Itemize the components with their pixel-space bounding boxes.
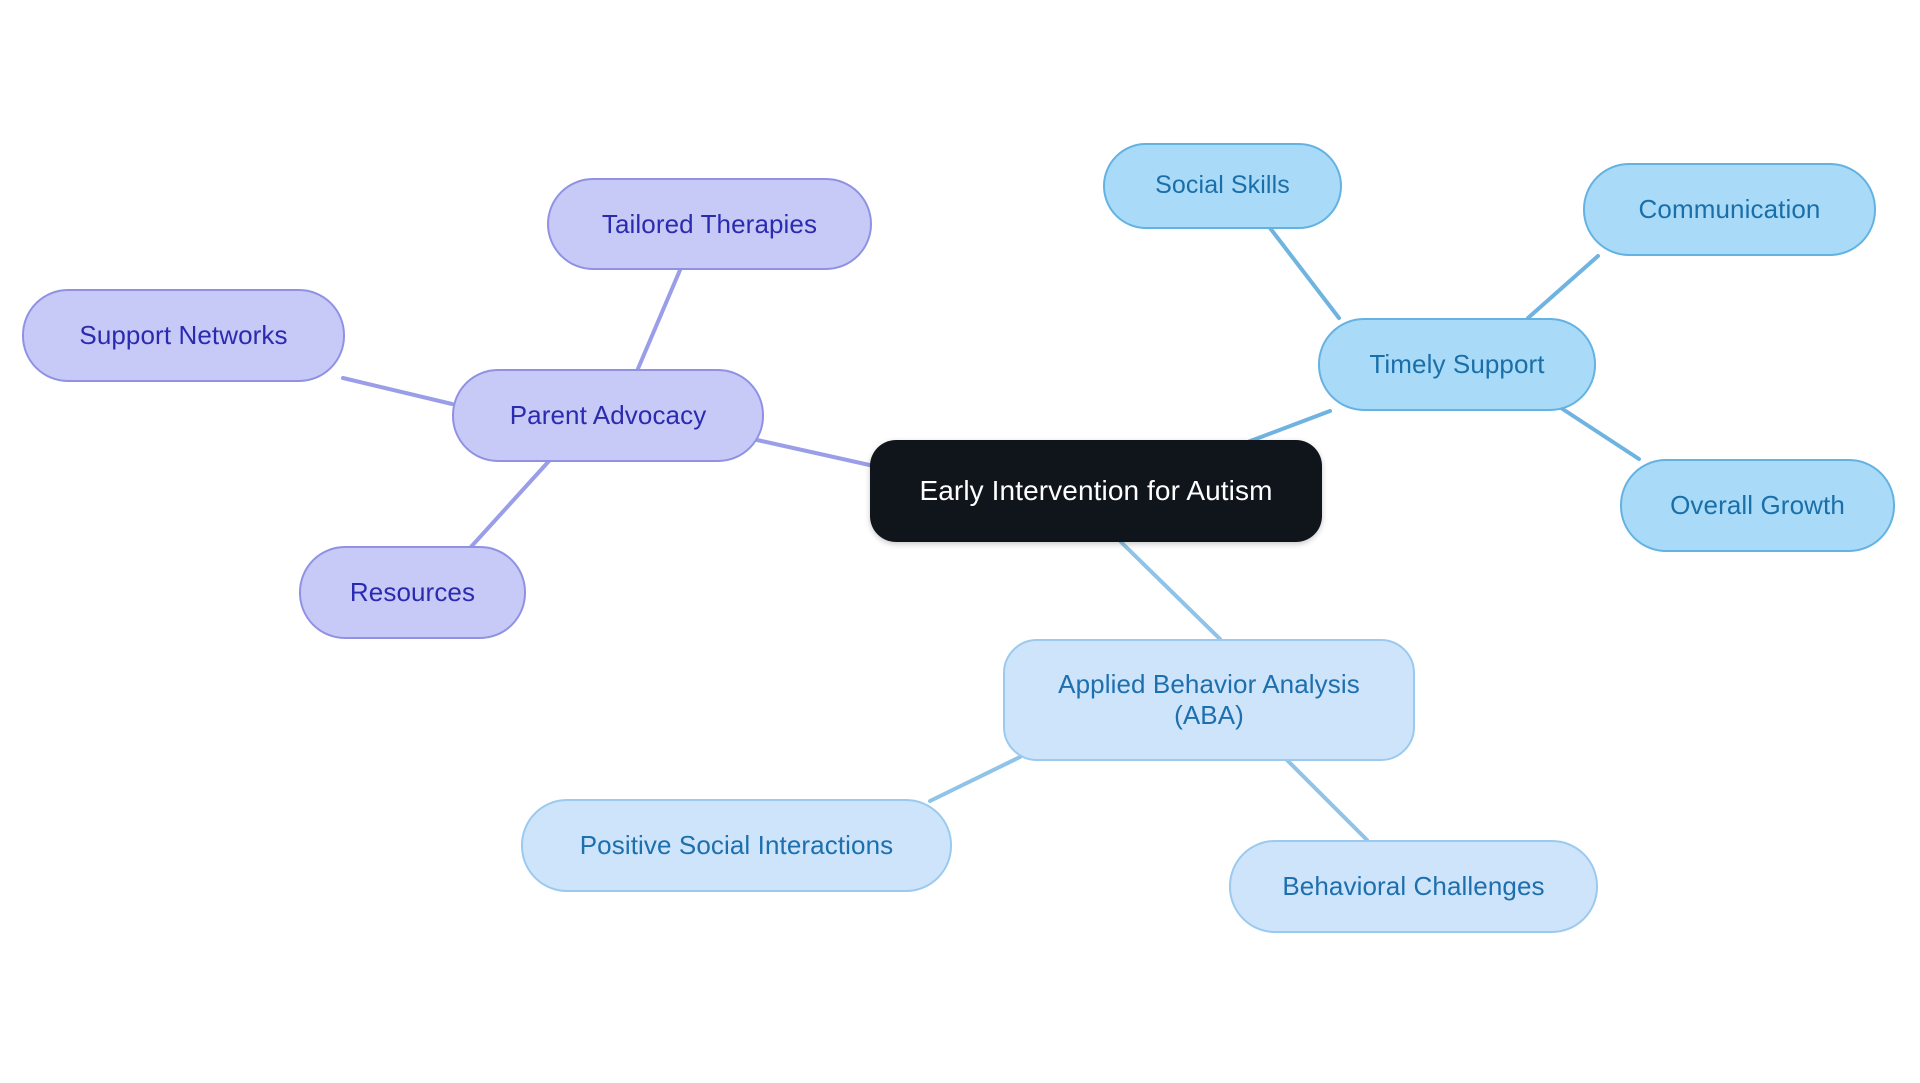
mindmap-node-label: Communication <box>1638 194 1821 225</box>
connector-parent-advocacy-resources <box>468 459 551 550</box>
mindmap-node-label: Behavioral Challenges <box>1282 871 1545 902</box>
mindmap-node-center[interactable]: Early Intervention for Autism <box>870 440 1322 542</box>
mindmap-node-label: Social Skills <box>1155 171 1290 200</box>
connector-timely-support-communication <box>1526 254 1600 320</box>
mindmap-node-overall-growth[interactable]: Overall Growth <box>1620 459 1895 552</box>
mindmap-node-label: Timely Support <box>1369 349 1545 380</box>
mindmap-node-social-skills[interactable]: Social Skills <box>1103 143 1342 229</box>
mindmap-node-label: Parent Advocacy <box>509 400 707 431</box>
mindmap-node-label: Tailored Therapies <box>601 208 818 239</box>
mindmap-node-label: Early Intervention for Autism <box>919 475 1273 507</box>
connector-parent-advocacy-support-networks <box>341 376 454 406</box>
mindmap-node-label: Positive Social Interactions <box>579 830 894 861</box>
mindmap-node-timely-support[interactable]: Timely Support <box>1318 318 1596 411</box>
connector-parent-advocacy-tailored-therapies <box>635 268 682 373</box>
mindmap-node-label: Overall Growth <box>1670 490 1845 521</box>
mindmap-node-behavioral-challenges[interactable]: Behavioral Challenges <box>1229 840 1598 933</box>
mindmap-node-support-networks[interactable]: Support Networks <box>22 289 345 382</box>
mindmap-node-communication[interactable]: Communication <box>1583 163 1876 256</box>
connector-timely-support-social-skills <box>1268 226 1341 320</box>
mindmap-node-label: Resources <box>349 577 476 608</box>
mindmap-node-label: Applied Behavior Analysis (ABA) <box>1058 669 1360 730</box>
connector-center-aba <box>1119 540 1222 641</box>
connector-center-parent-advocacy <box>755 438 876 468</box>
mindmap-node-tailored-therapies[interactable]: Tailored Therapies <box>547 178 872 270</box>
connector-timely-support-overall-growth <box>1556 404 1641 461</box>
mindmap-canvas: Early Intervention for Autism Parent Advo… <box>0 0 1920 1083</box>
mindmap-node-parent-advocacy[interactable]: Parent Advocacy <box>452 369 764 462</box>
connector-aba-behavioral-challenges <box>1285 758 1369 842</box>
mindmap-node-positive-social-interactions[interactable]: Positive Social Interactions <box>521 799 952 892</box>
connector-aba-positive-social-interactions <box>928 755 1022 803</box>
mindmap-node-label: Support Networks <box>79 320 288 351</box>
mindmap-node-aba[interactable]: Applied Behavior Analysis (ABA) <box>1003 639 1415 761</box>
mindmap-node-resources[interactable]: Resources <box>299 546 526 639</box>
